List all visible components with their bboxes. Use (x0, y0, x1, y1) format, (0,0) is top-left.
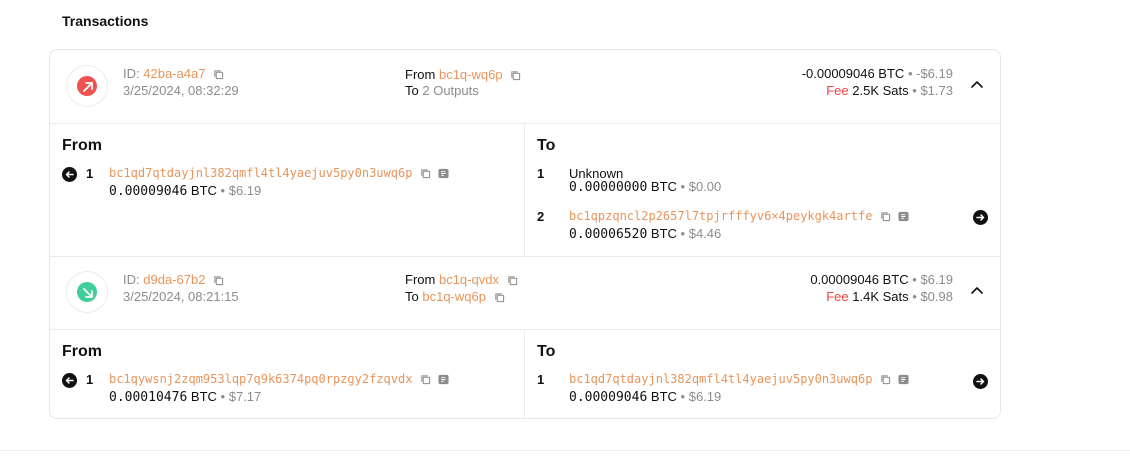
tx-id[interactable]: d9da-67b2 (143, 272, 205, 287)
output-usd-value: $0.00 (688, 179, 722, 194)
input-usd-value: $7.17 (228, 389, 262, 404)
column-divider (524, 330, 525, 419)
btc-unit: BTC (190, 183, 217, 198)
copy-icon[interactable] (420, 374, 431, 385)
copy-icon[interactable] (880, 211, 891, 222)
input-address[interactable]: bc1qywsnj2zqm953lqp7q9k6374pq0rpzgy2fzqv… (109, 372, 412, 386)
separator-dot: • (907, 66, 913, 81)
to-label: To (405, 83, 419, 98)
incoming-direction-badge (66, 271, 108, 313)
divider (50, 329, 1000, 330)
arrow-down-right-icon (83, 288, 93, 298)
input-btc-value: 0.00009046 (109, 184, 188, 199)
btc-unit: BTC (650, 389, 677, 404)
amount-usd: -$6.19 (916, 66, 953, 81)
arrow-up-right-icon (83, 82, 93, 92)
tx-id-label: ID: (123, 66, 140, 81)
output-address[interactable]: bc1qpzqncl2p2657l7tpjrfffyv6×4peykgk4art… (569, 209, 872, 223)
btc-unit: BTC (190, 389, 217, 404)
to-heading: To (537, 137, 556, 154)
from-label: From (405, 67, 436, 82)
to-label: To (405, 289, 419, 304)
arrow-left-icon[interactable] (62, 167, 77, 182)
output-index: 1 (537, 372, 545, 387)
btc-unit: BTC (650, 179, 677, 194)
output-btc-value: 0.00000000 (569, 180, 648, 195)
page-divider (0, 450, 1130, 451)
output-index: 2 (537, 209, 545, 224)
copy-icon[interactable] (213, 275, 224, 286)
section-title: Transactions (62, 13, 149, 29)
outgoing-direction-badge (66, 65, 108, 107)
input-index: 1 (86, 372, 94, 387)
explorer-link-icon[interactable] (438, 374, 449, 385)
arrow-right-icon[interactable] (973, 374, 988, 389)
fee-label: Fee (826, 289, 849, 304)
input-btc-value: 0.00010476 (109, 390, 188, 405)
transactions-card: ID: 42ba-a4a7 3/25/2024, 08:32:29 From b… (49, 49, 1001, 419)
chevron-up-icon[interactable] (970, 285, 984, 295)
input-address[interactable]: bc1qd7qtdayjnl382qmfl4tl4yaejuv5py0n3uwq… (109, 166, 412, 180)
output-usd-value: $4.46 (688, 226, 722, 241)
separator-dot: • (680, 226, 686, 241)
tx-id[interactable]: 42ba-a4a7 (143, 66, 205, 81)
to-outputs-count: 2 Outputs (422, 83, 479, 98)
divider (50, 123, 1000, 124)
separator-dot: • (220, 183, 226, 198)
explorer-link-icon[interactable] (438, 168, 449, 179)
separator-dot: • (680, 179, 686, 194)
output-address[interactable]: bc1qd7qtdayjnl382qmfl4tl4yaejuv5py0n3uwq… (569, 372, 872, 386)
to-heading: To (537, 343, 556, 360)
fee-usd: $1.73 (920, 83, 953, 98)
separator-dot: • (912, 289, 917, 304)
tx-date: 3/25/2024, 08:32:29 (123, 83, 239, 98)
copy-icon[interactable] (510, 70, 521, 81)
output-btc-value: 0.00009046 (569, 390, 648, 405)
from-heading: From (62, 137, 102, 154)
amount-btc: -0.00009046 BTC (801, 66, 905, 81)
explorer-link-icon[interactable] (898, 374, 909, 385)
arrow-right-icon[interactable] (973, 210, 988, 225)
output-index: 1 (537, 166, 545, 181)
copy-icon[interactable] (880, 374, 891, 385)
fee-label: Fee (826, 83, 849, 98)
copy-icon[interactable] (420, 168, 431, 179)
from-label: From (405, 272, 436, 287)
fee-usd: $0.98 (920, 289, 953, 304)
separator-dot: • (680, 389, 686, 404)
fee-sats: 1.4K Sats (852, 289, 909, 304)
copy-icon[interactable] (507, 275, 518, 286)
from-heading: From (62, 343, 102, 360)
amount-btc: 0.00009046 BTC (810, 272, 909, 287)
to-address-short[interactable]: bc1q-wq6p (422, 289, 486, 304)
copy-icon[interactable] (494, 292, 505, 303)
column-divider (524, 124, 525, 256)
from-address-short[interactable]: bc1q-wq6p (439, 67, 503, 82)
divider (50, 256, 1000, 257)
tx-id-label: ID: (123, 272, 140, 287)
input-index: 1 (86, 166, 94, 181)
separator-dot: • (220, 389, 226, 404)
amount-usd: $6.19 (920, 272, 953, 287)
input-usd-value: $6.19 (228, 183, 262, 198)
arrow-left-icon[interactable] (62, 373, 77, 388)
tx-date: 3/25/2024, 08:21:15 (123, 289, 239, 304)
chevron-up-icon[interactable] (970, 79, 984, 89)
separator-dot: • (912, 272, 917, 287)
output-btc-value: 0.00006520 (569, 227, 648, 242)
explorer-link-icon[interactable] (898, 211, 909, 222)
fee-sats: 2.5K Sats (852, 83, 909, 98)
btc-unit: BTC (650, 226, 677, 241)
from-address-short[interactable]: bc1q-qvdx (439, 272, 499, 287)
output-usd-value: $6.19 (688, 389, 722, 404)
separator-dot: • (912, 83, 917, 98)
copy-icon[interactable] (213, 69, 224, 80)
